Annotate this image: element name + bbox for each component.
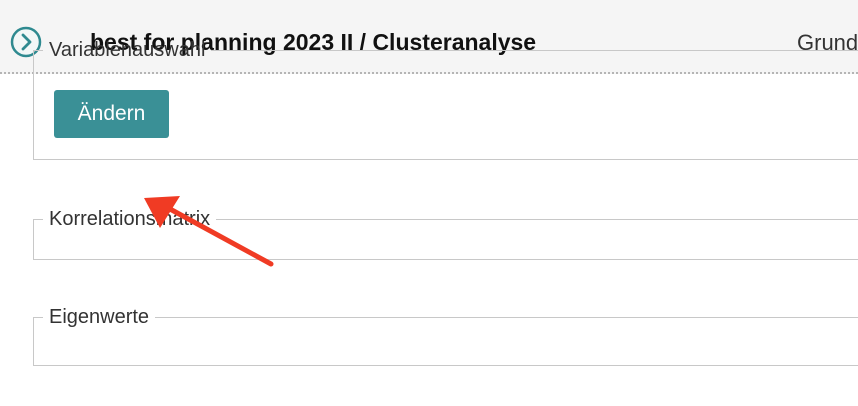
section-korrelationsmatrix: Korrelationsmatrix: [33, 208, 858, 260]
section-legend-variablenauswahl: Variablenauswahl: [49, 39, 206, 61]
change-variables-button[interactable]: Ändern: [54, 90, 169, 138]
page: best for planning 2023 II / Clusteranaly…: [0, 0, 858, 406]
section-legend-korrelationsmatrix: Korrelationsmatrix: [49, 208, 211, 230]
section-eigenwerte: Eigenwerte: [33, 306, 858, 366]
section-legend-eigenwerte: Eigenwerte: [49, 306, 150, 328]
